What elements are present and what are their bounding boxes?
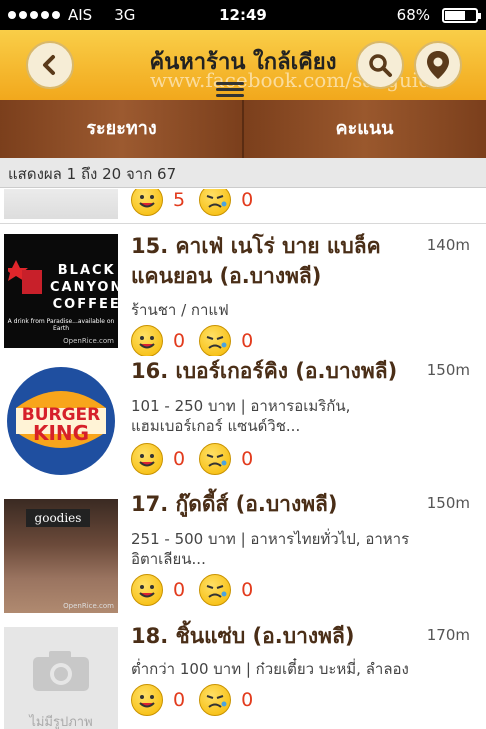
list-item[interactable]: goodies OpenRice.com 17. กู๊ดดี้ส์ (อ.บา… — [0, 489, 486, 622]
menu-handle-icon[interactable] — [216, 82, 244, 100]
rating-row: 0 0 — [131, 324, 267, 358]
logo-line: BLACK — [57, 263, 116, 278]
no-image-label: ไม่มีรูปภาพ — [29, 715, 93, 729]
restaurant-name[interactable]: 17. กู๊ดดี้ส์ (อ.บางพลี) — [131, 489, 421, 519]
bad-smiley-icon — [199, 325, 232, 357]
good-count: 0 — [173, 448, 186, 470]
sort-tabs: ระยะทาง คะแนน — [0, 100, 486, 158]
restaurant-thumbnail: ไม่มีรูปภาพ — [4, 627, 118, 729]
search-icon — [369, 54, 392, 77]
result-count: แสดงผล 1 ถึง 20 จาก 67 — [0, 158, 486, 188]
map-pin-icon — [427, 51, 449, 79]
bad-count: 0 — [241, 689, 254, 711]
distance-label: 170m — [426, 626, 470, 644]
bad-smiley-icon — [199, 574, 232, 606]
battery-icon — [442, 8, 481, 23]
bad-count: 0 — [241, 189, 254, 211]
good-count: 0 — [173, 579, 186, 601]
good-smiley-icon — [131, 325, 163, 357]
good-smiley-icon — [131, 443, 163, 475]
restaurant-desc: ต่ำกว่า 100 บาท | ก๋วยเตี๋ยว บะหมี่, ลำล… — [131, 660, 409, 678]
logo-tagline: A drink from Paradise...available on Ear… — [7, 318, 115, 332]
camera-icon — [33, 651, 89, 691]
logo-line: CANYON — [50, 280, 118, 295]
good-smiley-icon — [131, 684, 163, 716]
rating-row: 0 0 — [131, 573, 267, 607]
restaurant-thumbnail: BURGER KING — [4, 364, 118, 478]
bad-smiley-icon — [199, 443, 232, 475]
distance-label: 150m — [426, 494, 470, 512]
rating-row: 5 0 — [131, 189, 267, 217]
restaurant-list[interactable]: 5 0 BLACK CANYON COFFEE A drink from Par… — [0, 189, 486, 729]
tab-rating[interactable]: คะแนน — [243, 100, 486, 158]
battery-percent: 68% — [396, 6, 430, 24]
status-bar: AIS 3G 12:49 68% — [0, 0, 486, 30]
restaurant-desc: 251 - 500 บาท | อาหารไทยทั่วไป, อาหารอิต… — [131, 530, 410, 568]
cowboy-logo-icon — [8, 260, 42, 294]
distance-label: 140m — [426, 236, 470, 254]
restaurant-name[interactable]: 16. เบอร์เกอร์คิง (อ.บางพลี) — [131, 356, 421, 386]
list-item[interactable]: 5 0 — [0, 189, 486, 224]
logo-line: KING — [32, 421, 90, 445]
good-count: 0 — [173, 689, 186, 711]
rating-row: 0 0 — [131, 683, 267, 717]
list-item[interactable]: BURGER KING 16. เบอร์เกอร์คิง (อ.บางพลี)… — [0, 356, 486, 490]
goodies-sign: goodies — [26, 509, 90, 527]
bad-count: 0 — [241, 448, 254, 470]
good-smiley-icon — [131, 189, 163, 216]
good-count: 5 — [173, 189, 186, 211]
bad-smiley-icon — [199, 684, 232, 716]
good-smiley-icon — [131, 574, 163, 606]
photo-watermark: OpenRice.com — [63, 602, 114, 610]
restaurant-name[interactable]: 18. ชิ้นแซ่บ (อ.บางพลี) — [131, 621, 421, 651]
restaurant-desc: ร้านชา / กาแฟ — [131, 301, 229, 319]
search-button[interactable] — [356, 41, 404, 89]
bad-smiley-icon — [199, 189, 232, 216]
restaurant-name[interactable]: 15. คาเฟ่ เนโร่ บาย แบล็ค แคนยอน (อ.บางพ… — [131, 231, 421, 291]
app-header: ค้นหาร้าน ใกล้เคียง www.facebook.com/sao… — [0, 30, 486, 100]
photo-watermark: OpenRice.com — [63, 337, 114, 345]
restaurant-thumbnail: goodies OpenRice.com — [4, 499, 118, 613]
tab-distance[interactable]: ระยะทาง — [0, 100, 243, 158]
list-item[interactable]: BLACK CANYON COFFEE A drink from Paradis… — [0, 224, 486, 357]
restaurant-thumbnail — [4, 189, 118, 219]
location-button[interactable] — [414, 41, 462, 89]
logo-line: COFFEE — [52, 297, 118, 312]
bad-count: 0 — [241, 579, 254, 601]
bad-count: 0 — [241, 330, 254, 352]
restaurant-thumbnail: BLACK CANYON COFFEE A drink from Paradis… — [4, 234, 118, 348]
list-item[interactable]: ไม่มีรูปภาพ 18. ชิ้นแซ่บ (อ.บางพลี) 170m… — [0, 621, 486, 729]
rating-row: 0 0 — [131, 442, 267, 476]
restaurant-desc: 101 - 250 บาท | อาหารอเมริกัน, แฮมเบอร์เ… — [131, 397, 351, 435]
good-count: 0 — [173, 330, 186, 352]
distance-label: 150m — [426, 361, 470, 379]
